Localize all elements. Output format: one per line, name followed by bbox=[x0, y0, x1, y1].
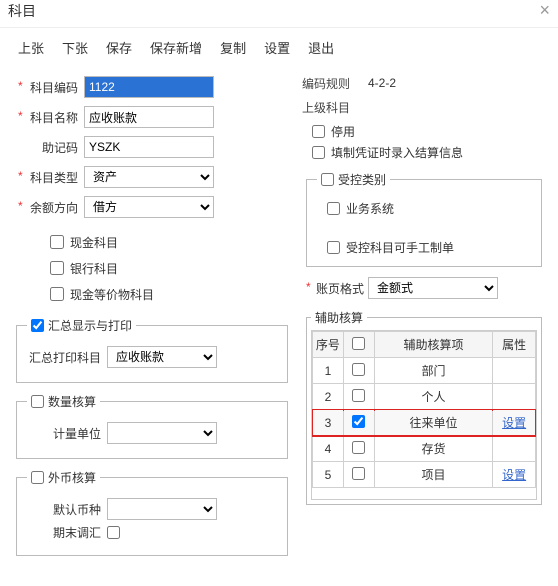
fx-legend: 外币核算 bbox=[48, 469, 96, 486]
aux-col-idx: 序号 bbox=[313, 332, 344, 358]
row-link[interactable]: 设置 bbox=[502, 468, 526, 482]
cashequiv-label: 现金等价物科目 bbox=[70, 286, 154, 303]
table-row[interactable]: 2 个人 bbox=[313, 384, 536, 410]
row-checkbox[interactable] bbox=[352, 467, 365, 480]
row-checkbox[interactable] bbox=[352, 363, 365, 376]
summary-select[interactable]: 应收账款 bbox=[107, 346, 217, 368]
toolbar-next[interactable]: 下张 bbox=[62, 38, 88, 57]
rule-value: 4-2-2 bbox=[368, 76, 396, 90]
disable-checkbox[interactable] bbox=[312, 125, 325, 138]
bank-checkbox[interactable] bbox=[50, 261, 64, 275]
code-label: 科目编码 bbox=[12, 79, 84, 96]
manual-label: 受控科目可手工制单 bbox=[346, 239, 454, 256]
aux-table-wrap[interactable]: 序号 辅助核算项 属性 1部门2个人3往来单位设置4存货5项目设置 bbox=[311, 330, 537, 500]
summary-fieldset: 汇总显示与打印 汇总打印科目 应收账款 bbox=[16, 317, 288, 383]
fx-select[interactable] bbox=[107, 498, 217, 520]
biz-label: 业务系统 bbox=[346, 200, 394, 217]
acct-format-select[interactable]: 金额式 bbox=[368, 277, 498, 299]
toolbar-save-new[interactable]: 保存新增 bbox=[150, 38, 202, 57]
cash-checkbox[interactable] bbox=[50, 235, 64, 249]
toolbar-exit[interactable]: 退出 bbox=[308, 38, 334, 57]
toolbar: 上张 下张 保存 保存新增 复制 设置 退出 bbox=[0, 28, 558, 65]
parent-label: 上级科目 bbox=[302, 99, 358, 116]
summary-legend: 汇总显示与打印 bbox=[48, 317, 132, 334]
code-input[interactable] bbox=[84, 76, 214, 98]
voucher-checkbox[interactable] bbox=[312, 146, 325, 159]
aux-col-attr: 属性 bbox=[493, 332, 536, 358]
table-row[interactable]: 4 存货 bbox=[313, 436, 536, 462]
controlled-toggle[interactable] bbox=[321, 173, 334, 186]
row-idx: 5 bbox=[313, 462, 344, 488]
aux-table: 序号 辅助核算项 属性 1部门2个人3往来单位设置4存货5项目设置 bbox=[312, 331, 536, 488]
disable-label: 停用 bbox=[331, 123, 355, 140]
toolbar-save[interactable]: 保存 bbox=[106, 38, 132, 57]
qty-legend: 数量核算 bbox=[48, 393, 96, 410]
row-idx: 2 bbox=[313, 384, 344, 410]
manual-checkbox[interactable] bbox=[327, 241, 340, 254]
cash-label: 现金科目 bbox=[70, 234, 118, 251]
toolbar-prev[interactable]: 上张 bbox=[18, 38, 44, 57]
controlled-legend: 受控类别 bbox=[338, 171, 386, 188]
summary-field-label: 汇总打印科目 bbox=[27, 349, 101, 366]
row-checkbox[interactable] bbox=[352, 415, 365, 428]
fx-field-label: 默认币种 bbox=[27, 501, 101, 518]
row-idx: 4 bbox=[313, 436, 344, 462]
table-row[interactable]: 1 部门 bbox=[313, 358, 536, 384]
cashequiv-checkbox[interactable] bbox=[50, 287, 64, 301]
fx-reval-checkbox[interactable] bbox=[107, 526, 120, 539]
balance-select[interactable]: 借方 bbox=[84, 196, 214, 218]
row-idx: 3 bbox=[313, 410, 344, 436]
row-checkbox[interactable] bbox=[352, 441, 365, 454]
qty-select[interactable] bbox=[107, 422, 217, 444]
balance-label: 余额方向 bbox=[12, 199, 84, 216]
controlled-fieldset: 受控类别 业务系统 受控科目可手工制单 bbox=[306, 171, 542, 267]
type-select[interactable]: 资产 bbox=[84, 166, 214, 188]
rule-label: 编码规则 bbox=[302, 75, 358, 92]
row-link[interactable]: 设置 bbox=[502, 416, 526, 430]
aux-fieldset: 辅助核算 序号 辅助核算项 属性 1部门2个人3往来单位设置4存货5项目设置 bbox=[306, 309, 542, 505]
fx-fieldset: 外币核算 默认币种 期末调汇 bbox=[16, 469, 288, 556]
mnemonic-label: 助记码 bbox=[12, 139, 84, 156]
aux-legend: 辅助核算 bbox=[311, 309, 367, 326]
close-icon[interactable]: × bbox=[539, 0, 550, 21]
aux-check-all[interactable] bbox=[352, 337, 365, 350]
voucher-label: 填制凭证时录入结算信息 bbox=[331, 144, 463, 161]
mnemonic-input[interactable] bbox=[84, 136, 214, 158]
row-idx: 1 bbox=[313, 358, 344, 384]
bank-label: 银行科目 bbox=[70, 260, 118, 277]
row-item: 存货 bbox=[374, 436, 493, 462]
aux-col-check bbox=[343, 332, 374, 358]
qty-toggle[interactable] bbox=[31, 395, 44, 408]
fx-reval-label: 期末调汇 bbox=[27, 524, 101, 541]
toolbar-settings[interactable]: 设置 bbox=[264, 38, 290, 57]
row-item: 项目 bbox=[374, 462, 493, 488]
dialog-title: 科目 bbox=[8, 1, 36, 21]
aux-col-item: 辅助核算项 bbox=[374, 332, 493, 358]
table-row[interactable]: 3 往来单位设置 bbox=[313, 410, 536, 436]
qty-field-label: 计量单位 bbox=[27, 425, 101, 442]
row-item: 往来单位 bbox=[374, 410, 493, 436]
toolbar-copy[interactable]: 复制 bbox=[220, 38, 246, 57]
row-item: 个人 bbox=[374, 384, 493, 410]
fx-toggle[interactable] bbox=[31, 471, 44, 484]
type-label: 科目类型 bbox=[12, 169, 84, 186]
qty-fieldset: 数量核算 计量单位 bbox=[16, 393, 288, 459]
name-label: 科目名称 bbox=[12, 109, 84, 126]
row-item: 部门 bbox=[374, 358, 493, 384]
row-checkbox[interactable] bbox=[352, 389, 365, 402]
name-input[interactable] bbox=[84, 106, 214, 128]
biz-checkbox[interactable] bbox=[327, 202, 340, 215]
table-row[interactable]: 5 项目设置 bbox=[313, 462, 536, 488]
acct-format-label: 账页格式 bbox=[306, 280, 364, 297]
summary-toggle[interactable] bbox=[31, 319, 44, 332]
